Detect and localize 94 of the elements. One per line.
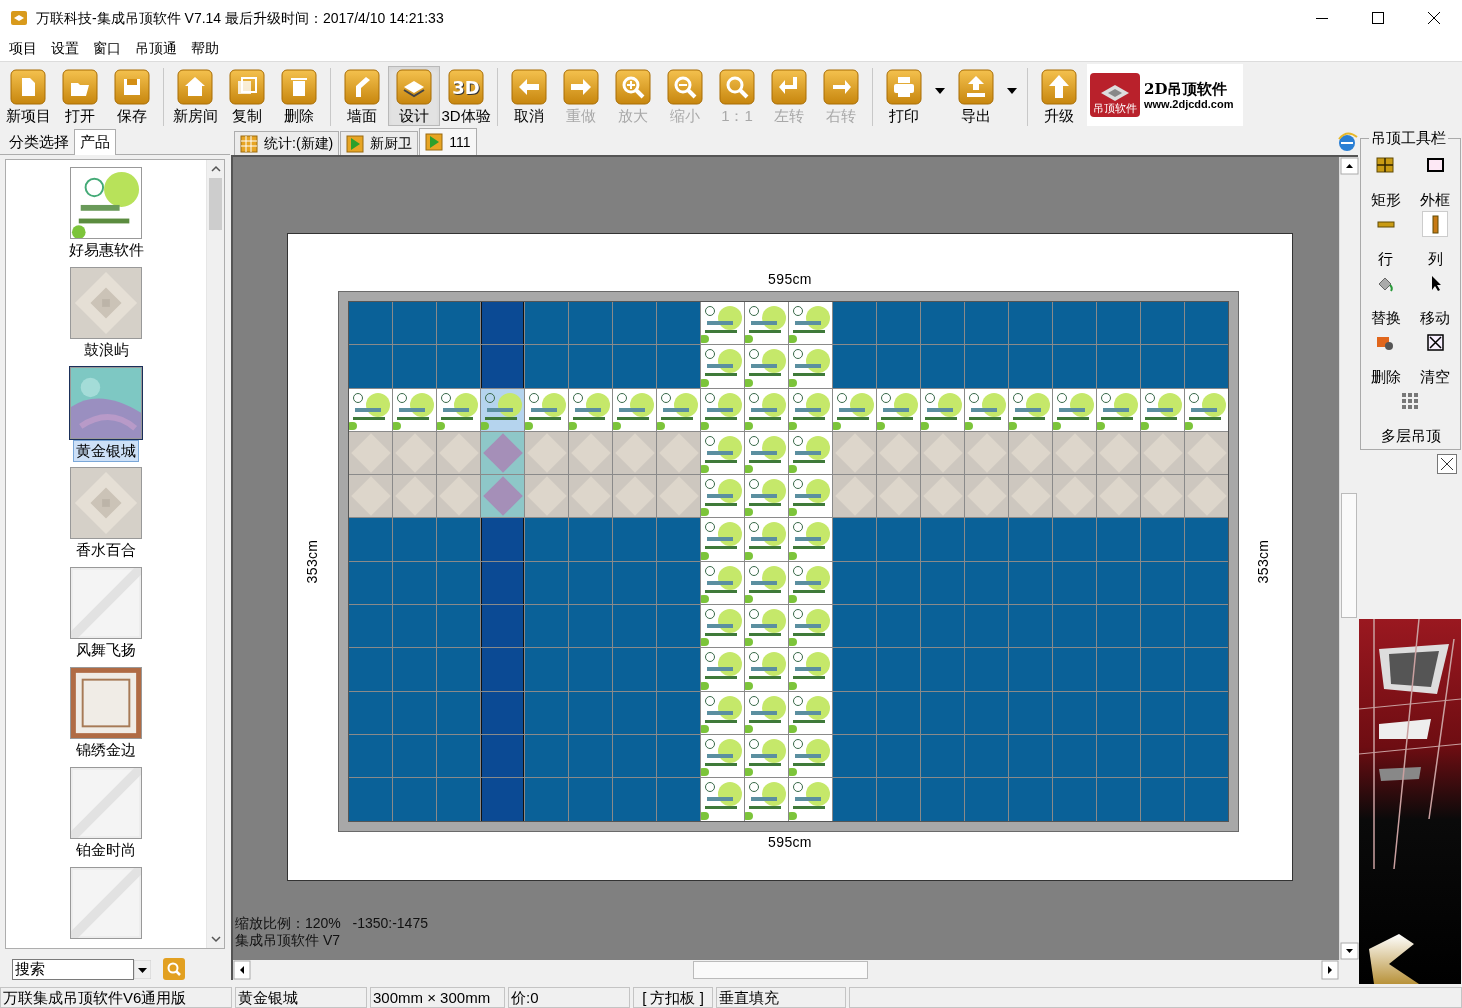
table-icon [240, 134, 258, 153]
dropdown-icon[interactable] [134, 959, 151, 979]
scroll-left-icon[interactable] [233, 960, 251, 980]
tool-button[interactable]: 外框 [1410, 151, 1460, 209]
toolbox-title: 吊顶工具栏 [1369, 128, 1448, 148]
scroll-thumb[interactable] [693, 961, 868, 979]
3d-icon: 3D [448, 69, 484, 105]
scroll-thumb[interactable] [209, 178, 222, 230]
menu-item[interactable]: 窗口 [86, 38, 128, 59]
panel-tab[interactable]: 产品 [74, 129, 116, 155]
tool-button[interactable]: 列 [1410, 210, 1460, 268]
status-field: [ 方扣板 ] [633, 987, 713, 1008]
globe-icon [1336, 131, 1358, 153]
close-button[interactable] [1437, 454, 1457, 474]
zoom-in-icon [615, 69, 651, 105]
product-item[interactable]: 香水百合 [74, 540, 138, 560]
product-item[interactable]: 铂金时尚 [74, 840, 138, 860]
rectangle-icon [1425, 155, 1445, 175]
tool-button[interactable]: 多层吊顶 [1361, 387, 1460, 445]
search-field[interactable]: 搜索 [12, 958, 134, 980]
toolbar-button[interactable]: 墙面 [336, 66, 388, 126]
toolbar-button[interactable]: 升级 [1033, 66, 1085, 126]
version-text: 集成吊顶软件 V7 [235, 932, 341, 949]
folder-icon [62, 69, 98, 105]
document-tab[interactable]: 新厨卫 [340, 131, 419, 155]
toolbar-button[interactable]: 取消 [503, 66, 555, 126]
dimension-label: 353cm [1254, 539, 1273, 584]
trash-icon [281, 69, 317, 105]
brand-url: www.2djcdd.com [1144, 97, 1234, 111]
play-icon [346, 134, 365, 153]
diamond-icon [1100, 84, 1130, 102]
tool-button[interactable]: 矩形 [1361, 151, 1411, 209]
maximize-icon [1372, 12, 1384, 24]
toolbar-button[interactable]: 删除 [273, 66, 325, 126]
scroll-thumb[interactable] [1341, 493, 1357, 618]
menu-item[interactable]: 吊顶通 [128, 38, 184, 59]
product-item[interactable]: 好易惠软件 [66, 240, 146, 260]
tool-button[interactable]: 行 [1361, 210, 1411, 268]
menu-item[interactable]: 帮助 [184, 38, 226, 59]
dimension-label: 595cm [768, 270, 812, 288]
minimize-icon [1316, 17, 1328, 19]
document-tab[interactable]: 统计:(新建) [234, 131, 340, 155]
toolbar-button[interactable]: 保存 [106, 66, 158, 126]
grid-icon [1376, 155, 1396, 175]
scrollbar[interactable] [231, 960, 1339, 980]
toolbar-button[interactable]: 打开 [54, 66, 106, 126]
brand-badge-text: 吊顶软件 [1093, 102, 1137, 115]
house-icon [177, 69, 213, 105]
toolbar-button[interactable]: 设计 [388, 66, 440, 126]
product-item[interactable]: 黄金银城 [73, 440, 139, 462]
toolbar-button[interactable]: 打印 [878, 66, 930, 126]
play-icon [425, 133, 444, 151]
clear-icon [1425, 332, 1445, 352]
tool-button[interactable]: 清空 [1410, 328, 1460, 386]
scroll-down-icon[interactable] [1340, 942, 1359, 960]
zoom-readout: 缩放比例：120% -1350:-1475 [235, 915, 429, 932]
status-field: 垂直填充 [716, 987, 846, 1008]
status-field: 黄金银城 [235, 987, 367, 1008]
menu-item[interactable]: 项目 [2, 38, 44, 59]
status-field: 价:0 [508, 987, 630, 1008]
tool-button[interactable]: 替换 [1361, 269, 1411, 327]
layers-icon [396, 69, 432, 105]
dimension-label: 353cm [303, 539, 322, 584]
status-field: 万联集成吊顶软件V6通用版 [0, 987, 232, 1008]
menu-item[interactable]: 设置 [44, 38, 86, 59]
window-title: 万联科技-集成吊顶软件 V7.14 最后升级时间：2017/4/10 14:21:33 [36, 8, 444, 28]
app-icon [10, 9, 28, 27]
tool-button[interactable]: 删除 [1361, 328, 1411, 386]
product-item[interactable]: 鼓浪屿 [81, 340, 131, 360]
search-icon [166, 961, 182, 977]
scroll-up-icon[interactable] [1340, 157, 1359, 175]
printer-icon [886, 69, 922, 105]
toolbar-button[interactable]: 3D 3D体验 [440, 66, 492, 126]
toolbar-button[interactable]: 新项目 [2, 66, 54, 126]
brand-name: 2D吊顶软件 [1144, 79, 1229, 98]
file-icon [10, 69, 46, 105]
tool-button[interactable]: 移动 [1410, 269, 1460, 327]
wall-icon [344, 69, 380, 105]
zoom-out-icon [667, 69, 703, 105]
scroll-right-icon[interactable] [1321, 960, 1339, 980]
multi-grid-icon [1401, 391, 1420, 411]
close-icon [1440, 457, 1454, 471]
dimension-label: 595cm [768, 832, 812, 851]
upload-icon [958, 69, 994, 105]
magnifier-icon [719, 69, 755, 105]
status-field: 300mm × 300mm [370, 987, 505, 1008]
toolbar-button[interactable]: 新房间 [169, 66, 221, 126]
product-item[interactable]: 风舞飞扬 [74, 640, 138, 660]
document-tab[interactable]: 111 [419, 128, 477, 155]
product-item[interactable]: 锦绣金边 [74, 740, 138, 760]
copy-icon [229, 69, 265, 105]
close-icon [1428, 12, 1440, 24]
toolbar-button[interactable]: 导出 [950, 66, 1002, 126]
toolbar-button[interactable]: 复制 [221, 66, 273, 126]
